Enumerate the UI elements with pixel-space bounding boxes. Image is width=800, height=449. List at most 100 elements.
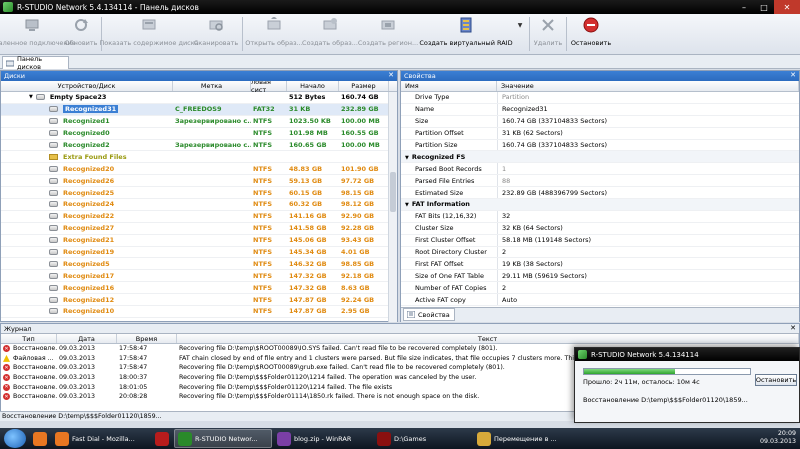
disk-label-cell: Зарезервировано с... [175,141,251,149]
tree-expand-icon[interactable]: ▼ [29,94,33,100]
column-value[interactable]: Значение [497,81,799,91]
column-name[interactable]: Имя [401,81,497,91]
property-row[interactable]: Partition Offset 31 KB (62 Sectors) [401,127,799,140]
property-row[interactable]: Drive Type Partition [401,92,799,104]
disk-row[interactable]: Recognized1 Зарезервировано с... NTFS 1023.… [1,116,389,128]
open-image-button[interactable]: Открыть образ... [245,14,303,55]
disk-size-cell: 92.90 GB [341,212,375,221]
disk-row[interactable]: Recognized20 NTFS 48.83 GB 101.90 GB [1,163,389,176]
create-region-button[interactable]: Создать регион... [358,14,418,55]
disk-row[interactable]: Recognized27 NTFS 141.58 GB 92.28 GB [1,223,389,235]
disk-row[interactable]: Recognized25 NTFS 60.15 GB 98.15 GB [1,187,389,200]
property-row[interactable]: Number of FAT Copies 2 [401,282,799,295]
property-value: 32 [497,210,799,222]
disks-scrollbar[interactable] [388,92,397,322]
delete-button[interactable]: Удалить [533,14,563,55]
column-text[interactable]: Текст [177,334,799,343]
property-row[interactable]: Size 160.74 GB (337104833 Sectors) [401,115,799,128]
close-icon[interactable]: ✕ [790,324,796,332]
disk-row[interactable]: Recognized2 Зарезервировано с... NTFS 160.6… [1,140,389,152]
taskbar-app[interactable]: R-STUDIO Networ... [174,429,272,448]
property-row[interactable]: Estimated Size 232.89 GB (488396799 Secto… [401,187,799,200]
taskbar-app[interactable]: blog.zip - WinRAR [274,429,372,448]
property-row[interactable]: Root Directory Cluster 2 [401,246,799,259]
disk-row[interactable]: Recognized26 NTFS 59.13 GB 97.72 GB [1,175,389,188]
taskbar-app[interactable] [30,429,50,448]
disk-start-cell: 145.34 GB [289,248,327,257]
taskbar-app[interactable]: Fast Dial - Mozilla... [52,429,150,448]
disk-row[interactable]: Recognized17 NTFS 147.32 GB 92.18 GB [1,270,389,283]
delete-icon [538,16,558,34]
raid-dropdown-button[interactable]: ▼ [514,14,526,55]
column-date[interactable]: Дата [57,334,117,343]
property-row[interactable]: Partition Size 160.74 GB (337104833 Secto… [401,139,799,152]
stop-button[interactable]: Остановить [570,14,612,55]
property-row[interactable]: Parsed File Entries 88 [401,175,799,188]
column-time[interactable]: Время [117,334,177,343]
stop-recovery-button[interactable]: Остановить [755,374,797,386]
taskbar-app[interactable]: Перемещение в ... [474,429,572,448]
disk-tree: ▼ Empty Space23 512 Bytes 160.74 GB Recogniz… [1,92,389,318]
tab-disk-panel[interactable]: Панель дисков [2,55,69,71]
disk-row[interactable]: Recognized0 NTFS 101.98 MB 160.55 GB [1,128,389,140]
create-image-button[interactable]: Создать образ... [302,14,358,55]
disk-name: Recognized20 [63,164,115,173]
disk-row[interactable]: Extra Found Files [1,151,389,164]
scan-button[interactable]: Сканировать [193,14,239,55]
create-virtual-raid-button[interactable]: Создать виртуальный RAID [418,14,514,55]
disk-row[interactable]: ▼ Empty Space23 512 Bytes 160.74 GB [1,92,389,104]
disk-start-cell: 147.87 GB [289,295,327,304]
minimize-button[interactable]: – [734,0,754,14]
property-name: Size of One FAT Table [415,271,484,280]
taskbar-app[interactable] [152,429,172,448]
disk-name: Recognized1 [63,117,110,126]
collapse-icon[interactable]: ▼ [405,202,409,208]
column-filesystem[interactable]: ловая сист [251,78,287,94]
column-label[interactable]: Метка [173,81,251,91]
property-row[interactable]: Size of One FAT Table 29.11 MB (59619 Sec… [401,270,799,283]
remote-connect-button[interactable]: Удаленное подключение [0,14,76,55]
disk-row[interactable]: Recognized19 NTFS 145.34 GB 4.01 GB [1,247,389,259]
disk-row[interactable]: Recognized16 NTFS 147.32 GB 8.63 GB [1,282,389,295]
status-text: Восстановление D:\temp\$$$Folder01120\18… [2,413,162,420]
column-device[interactable]: Устройство/Диск [1,81,173,91]
property-group[interactable]: ▼ Recognized FS [401,151,799,164]
title-bar: R-STUDIO Network 5.4.134114 - Панель дис… [0,0,800,14]
disk-row[interactable]: Recognized5 NTFS 146.32 GB 98.85 GB [1,258,389,271]
disk-row[interactable]: Recognized10 NTFS 147.87 GB 2.95 GB [1,306,389,318]
property-row[interactable]: FAT Bits (12,16,32) 32 [401,210,799,223]
tab-properties[interactable]: Свойства [403,308,455,321]
disk-row[interactable]: Recognized24 NTFS 60.32 GB 98.12 GB [1,199,389,211]
property-name: Name [415,105,435,114]
taskbar-app[interactable]: D:\Games [374,429,472,448]
disk-row[interactable]: Recognized21 NTFS 145.06 GB 93.43 GB [1,235,389,247]
close-icon[interactable]: ✕ [790,71,796,79]
maximize-button[interactable]: □ [754,0,774,14]
column-start[interactable]: Начало [287,81,339,91]
system-clock[interactable]: 20:09 09.03.2013 [760,430,796,446]
property-row[interactable]: First Cluster Offset 58.18 MB (119148 Sec… [401,234,799,247]
document-tabs: Панель дисков [0,55,800,71]
open-image-icon [264,16,284,34]
column-type[interactable]: Тип [1,334,57,343]
property-row[interactable]: Parsed Boot Records 1 [401,163,799,176]
close-button[interactable]: ✕ [774,0,800,14]
close-icon[interactable]: ✕ [388,71,394,79]
property-row[interactable]: Active FAT copy Auto [401,294,799,307]
taskbar-app-label: Fast Dial - Mozilla... [72,434,135,443]
property-row[interactable]: Name Recognized31 [401,103,799,116]
show-contents-button[interactable]: Показать содержимое диска [99,14,199,55]
column-size[interactable]: Размер [339,81,389,91]
disk-row[interactable]: Recognized22 NTFS 141.16 GB 92.90 GB [1,211,389,223]
disk-row[interactable]: Recognized31 C_FREEDOS9 FAT32 31 KB 232.89 G… [1,103,389,116]
start-button[interactable] [4,429,26,448]
property-name: First FAT Offset [415,259,464,268]
disk-row[interactable]: Recognized12 NTFS 147.87 GB 92.24 GB [1,294,389,307]
property-group[interactable]: ▼ FAT Information [401,199,799,211]
collapse-icon[interactable]: ▼ [405,155,409,161]
property-row[interactable]: Cluster Size 32 KB (64 Sectors) [401,222,799,235]
property-row[interactable]: First FAT Offset 19 KB (38 Sectors) [401,258,799,271]
scroll-thumb[interactable] [390,172,396,212]
refresh-button[interactable]: Обновить [64,14,98,55]
property-name: FAT Bits (12,16,32) [415,212,477,221]
